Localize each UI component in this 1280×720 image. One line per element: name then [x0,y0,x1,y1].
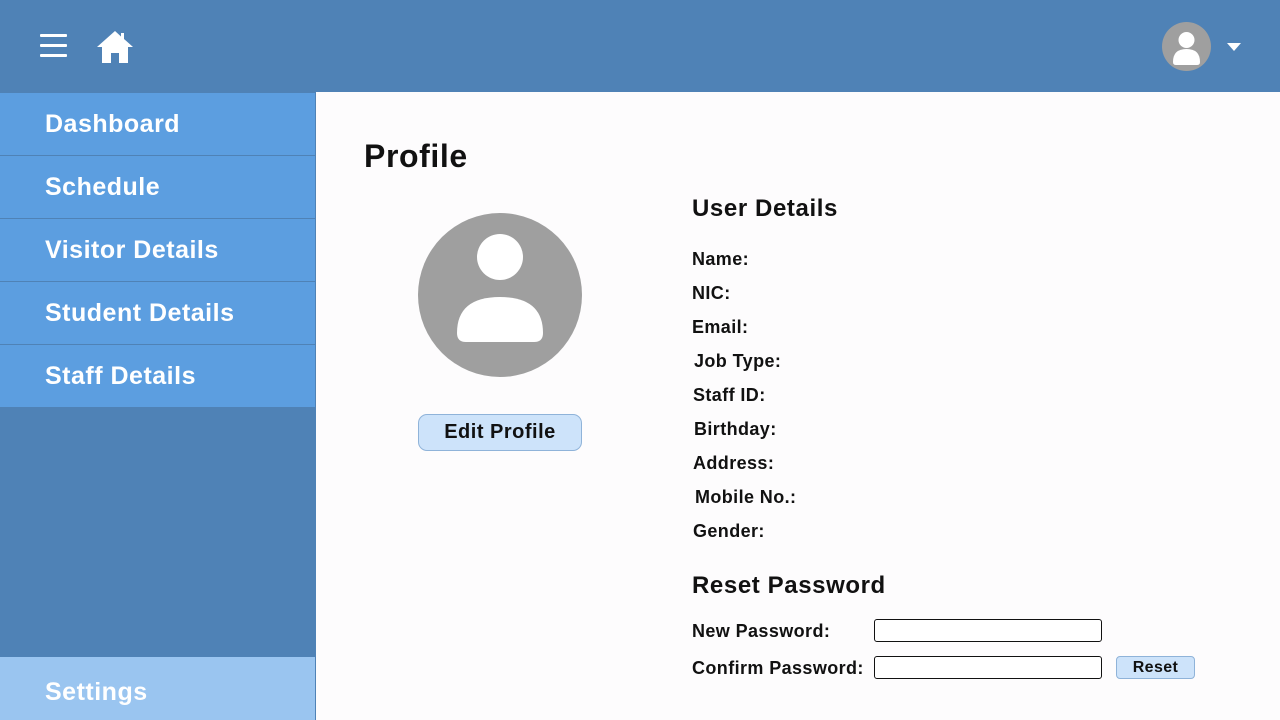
caret-down-icon[interactable] [1227,43,1241,51]
detail-label-mobile-no: Mobile No.: [695,487,797,507]
sidebar-item-settings[interactable]: Settings [0,657,315,720]
sidebar-item-staff-details[interactable]: Staff Details [0,345,315,407]
detail-label-gender: Gender: [693,521,765,541]
confirm-password-input[interactable] [874,656,1102,679]
new-password-label: New Password: [692,621,831,641]
user-avatar-icon[interactable] [1162,22,1211,71]
new-password-input[interactable] [874,619,1102,642]
detail-label-staff-id: Staff ID: [693,385,766,405]
detail-label-nic: NIC: [692,283,731,303]
page-title: Profile [364,138,468,174]
sidebar-item-schedule[interactable]: Schedule [0,156,315,218]
reset-password-heading: Reset Password [692,572,886,599]
profile-avatar-icon [418,213,582,377]
confirm-password-label: Confirm Password: [692,658,864,678]
top-bar [0,0,1280,92]
detail-label-address: Address: [693,453,775,473]
sidebar-item-student-details[interactable]: Student Details [0,282,315,344]
detail-label-email: Email: [692,317,749,337]
sidebar-item-dashboard[interactable]: Dashboard [0,93,315,155]
sidebar: Dashboard Schedule Visitor Details Stude… [0,92,316,720]
user-details-heading: User Details [692,195,838,222]
reset-password-button[interactable]: Reset [1116,656,1195,679]
edit-profile-button[interactable]: Edit Profile [418,414,582,451]
hamburger-menu-icon[interactable] [40,34,67,58]
detail-label-name: Name: [692,249,750,269]
detail-label-birthday: Birthday: [694,419,777,439]
home-icon[interactable] [96,30,134,64]
sidebar-item-visitor-details[interactable]: Visitor Details [0,219,315,281]
detail-label-job-type: Job Type: [694,351,782,371]
